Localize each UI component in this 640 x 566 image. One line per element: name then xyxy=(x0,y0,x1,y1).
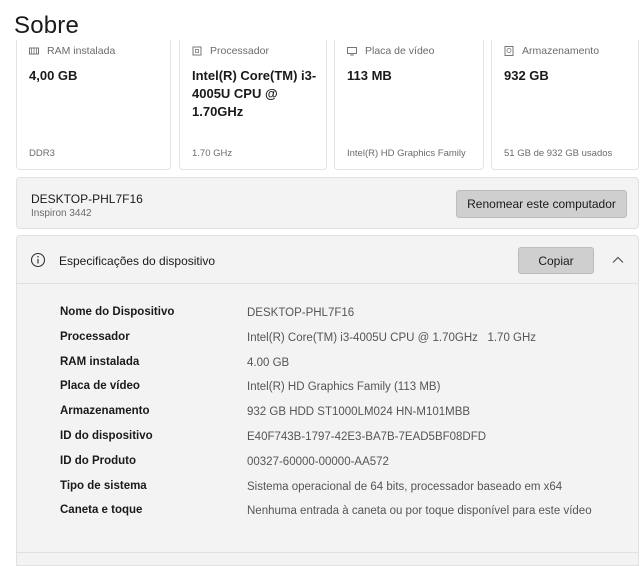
device-specs-panel: Especificações do dispositivo Copiar Nom… xyxy=(16,235,639,566)
card-value: 932 GB xyxy=(504,68,549,83)
card-header: Placa de vídeo xyxy=(347,45,434,57)
spec-label: Placa de vídeo xyxy=(60,380,140,393)
spec-label: Armazenamento xyxy=(60,405,150,418)
info-icon xyxy=(30,252,46,268)
card-value: Intel(R) Core(TM) i3-4005U CPU @ 1.70GHz xyxy=(192,68,317,119)
card-ram: RAM instalada 4,00 GB DDR3 xyxy=(16,40,171,170)
device-name-bar: DESKTOP-PHL7F16 Inspiron 3442 Renomear e… xyxy=(16,177,639,229)
spec-value: Intel(R) HD Graphics Family (113 MB) xyxy=(247,381,441,394)
card-detail: 51 GB de 932 GB usados xyxy=(504,148,613,159)
spec-label: ID do dispositivo xyxy=(60,429,153,442)
card-value: 4,00 GB xyxy=(29,68,78,83)
card-label: RAM instalada xyxy=(47,45,116,57)
card-storage: Armazenamento 932 GB 51 GB de 932 GB usa… xyxy=(491,40,639,170)
card-header: Processador xyxy=(192,45,269,57)
card-detail: 1.70 GHz xyxy=(192,148,233,159)
spec-value: E40F743B-1797-42E3-BA7B-7EAD5BF08DFD xyxy=(247,430,487,443)
spec-value: 4.00 GB xyxy=(247,356,290,369)
storage-icon xyxy=(504,46,514,56)
spec-value: 00327-60000-00000-AA572 xyxy=(247,455,389,468)
spec-label: Nome do Dispositivo xyxy=(60,306,175,318)
spec-value: Sistema operacional de 64 bits, processa… xyxy=(247,480,563,493)
spec-row: Nome do Dispositivo DESKTOP-PHL7F16 xyxy=(60,304,620,329)
spec-label: Tipo de sistema xyxy=(60,479,147,492)
card-video: Placa de vídeo 113 MB Intel(R) HD Graphi… xyxy=(334,40,484,170)
device-model: Inspiron 3442 xyxy=(31,208,92,219)
spec-value: DESKTOP-PHL7F16 xyxy=(247,307,355,319)
card-label: Processador xyxy=(210,45,269,57)
spec-value: 932 GB HDD ST1000LM024 HN-M101MBB xyxy=(247,406,471,419)
spec-label: Caneta e toque xyxy=(60,504,143,517)
card-processor: Processador Intel(R) Core(TM) i3-4005U C… xyxy=(179,40,327,170)
spec-value: Nenhuma entrada à caneta ou por toque di… xyxy=(247,505,592,518)
device-specs-table: Nome do Dispositivo DESKTOP-PHL7F16 Proce… xyxy=(60,304,620,542)
card-header: RAM instalada xyxy=(29,45,115,57)
rename-pc-button[interactable]: Renomear este computador xyxy=(456,190,627,218)
spec-row: Processador Intel(R) Core(TM) i3-4005U CP… xyxy=(60,329,620,354)
spec-row: Placa de vídeo Intel(R) HD Graphics Famil… xyxy=(60,378,620,403)
spec-value: Intel(R) Core(TM) i3-4005U CPU @ 1.70GHz… xyxy=(247,331,537,344)
page-title: Sobre xyxy=(14,12,80,39)
card-value: 113 MB xyxy=(347,68,392,83)
card-detail: Intel(R) HD Graphics Family xyxy=(347,148,466,159)
ram-icon xyxy=(29,46,39,56)
card-label: Armazenamento xyxy=(522,45,600,57)
card-header: Armazenamento xyxy=(504,45,599,57)
processor-icon xyxy=(192,46,202,56)
spec-row: RAM instalada 4.00 GB xyxy=(60,354,620,379)
video-card-icon xyxy=(347,46,357,56)
device-specs-header[interactable]: Especificações do dispositivo Copiar xyxy=(17,236,638,284)
divider xyxy=(16,552,639,553)
spec-row: ID do Produto 00327-60000-00000-AA572 xyxy=(60,453,620,478)
summary-cards: RAM instalada 4,00 GB DDR3 Processador I… xyxy=(16,40,639,170)
spec-row: Armazenamento 932 GB HDD ST1000LM024 HN-M… xyxy=(60,403,620,428)
device-specs-title: Especificações do dispositivo xyxy=(59,254,216,268)
spec-row: ID do dispositivo E40F743B-1797-42E3-BA7B… xyxy=(60,428,620,453)
chevron-up-icon[interactable] xyxy=(608,250,628,270)
spec-label: ID do Produto xyxy=(60,454,137,467)
card-detail: DDR3 xyxy=(29,148,55,159)
spec-label: RAM instalada xyxy=(60,355,140,368)
spec-row: Caneta e toque Nenhuma entrada à caneta o… xyxy=(60,502,620,542)
spec-row: Tipo de sistema Sistema operacional de 64… xyxy=(60,478,620,503)
device-name: DESKTOP-PHL7F16 xyxy=(31,192,143,206)
spec-label: Processador xyxy=(60,330,130,343)
card-label: Placa de vídeo xyxy=(365,45,435,57)
copy-button[interactable]: Copiar xyxy=(518,247,594,274)
